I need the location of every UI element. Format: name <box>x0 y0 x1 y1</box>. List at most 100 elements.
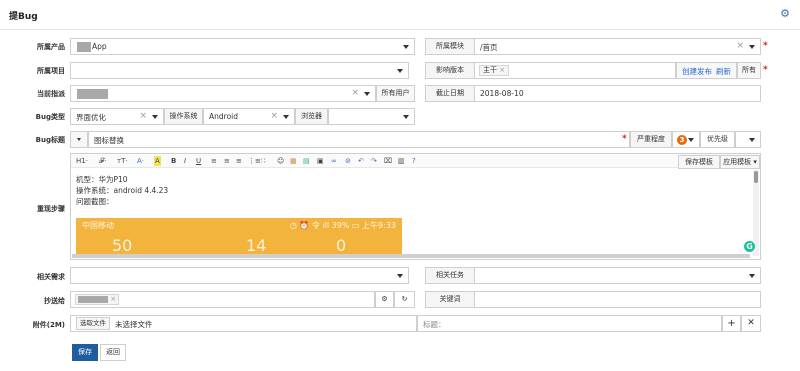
chevron-down-icon <box>397 69 403 73</box>
font-size-button[interactable]: тT· <box>117 156 128 166</box>
table-icon[interactable]: ▤ <box>303 156 310 166</box>
module-select[interactable]: /首页 × <box>474 38 761 55</box>
bug-type-value: 界面优化 <box>76 113 106 122</box>
back-button[interactable]: 返回 <box>100 344 126 361</box>
browser-label: 浏览器 <box>295 108 328 125</box>
browser-select[interactable] <box>328 108 415 125</box>
image-status: ◷ ⏰ 令 ıll 39% ▭ 上午9:33 <box>289 221 396 230</box>
file-title-input[interactable]: 标题： <box>417 315 722 332</box>
code-icon[interactable]: ▣ <box>317 156 324 166</box>
priority-select[interactable] <box>735 131 761 148</box>
gear-icon[interactable]: ⚙ <box>375 291 394 308</box>
image-number: 0 <box>336 236 347 255</box>
page-title: 提Bug <box>9 12 38 22</box>
apply-template-button[interactable]: 应用模板 ▾ <box>720 155 760 169</box>
image-carrier: 中国移动 <box>82 221 114 230</box>
project-select[interactable] <box>70 62 409 79</box>
bug-type-select[interactable]: 界面优化 × <box>70 108 164 125</box>
link-icon[interactable]: ∞ <box>331 156 337 166</box>
chevron-down-icon <box>749 45 755 49</box>
source-icon[interactable]: ▥ <box>398 156 405 166</box>
choose-file-button[interactable]: 选取文件 <box>76 317 110 330</box>
product-select[interactable]: App <box>70 38 415 55</box>
heading-button[interactable]: H1· <box>76 156 88 166</box>
steps-label: 重现步骤 <box>37 205 65 213</box>
steps-editor[interactable]: H1· 𝓕· тT· A· A B I U ≡ ≡ ≡ ⋮≡ ∷ ☺ ▦ ▤ ▣… <box>70 153 761 260</box>
os-select[interactable]: Android × <box>203 108 295 125</box>
title-color-picker[interactable] <box>70 131 88 148</box>
save-template-button[interactable]: 保存模板 <box>678 155 720 169</box>
font-color-icon[interactable]: A· <box>137 156 144 166</box>
chevron-down-icon <box>283 115 289 119</box>
priority-label: 优先级 <box>700 131 735 148</box>
severity-label: 严重程度 <box>630 131 672 148</box>
build-label: 影响版本 <box>425 62 475 79</box>
horizontal-scrollbar[interactable] <box>72 254 750 258</box>
unordered-list-icon[interactable]: ∷ <box>261 156 265 166</box>
chevron-down-icon <box>152 115 158 119</box>
ordered-list-icon[interactable]: ⋮≡ <box>248 156 261 166</box>
page-header: 提Bug ⚙ <box>0 0 800 30</box>
highlight-icon[interactable]: A <box>154 156 161 166</box>
deadline-label: 截止日期 <box>425 85 475 102</box>
cc-input[interactable]: × <box>70 291 375 308</box>
underline-icon[interactable]: U <box>196 156 201 166</box>
screenshot-image: 中国移动 ◷ ⏰ 令 ıll 39% ▭ 上午9:33 50 14 0 <box>76 218 402 256</box>
scrollbar-thumb[interactable] <box>754 171 758 183</box>
emoji-icon[interactable]: ☺ <box>277 156 284 166</box>
deadline-value: 2018-08-10 <box>480 89 524 98</box>
clear-format-icon[interactable]: ⌧ <box>384 156 392 166</box>
assign-label: 当前指派 <box>37 90 65 98</box>
bug-title-label: Bug标题 <box>35 136 65 144</box>
undo-icon[interactable]: ↶ <box>358 156 364 166</box>
deadline-input[interactable]: 2018-08-10 <box>474 85 761 102</box>
image-icon[interactable]: ▦ <box>290 156 297 166</box>
clear-icon[interactable]: × <box>351 88 359 98</box>
grammarly-icon[interactable]: G <box>744 241 755 252</box>
chevron-down-icon <box>749 274 755 278</box>
assign-select[interactable]: × <box>70 85 376 102</box>
gear-icon[interactable]: ⚙ <box>779 8 791 20</box>
bold-icon[interactable]: B <box>171 156 176 166</box>
close-icon[interactable]: ✕ <box>741 315 761 332</box>
redo-icon[interactable]: ↷ <box>371 156 377 166</box>
all-builds-button[interactable]: 所有 <box>737 62 761 79</box>
align-left-icon[interactable]: ≡ <box>211 156 217 166</box>
story-label: 相关需求 <box>37 273 65 281</box>
project-label: 所属项目 <box>37 67 65 75</box>
severity-select[interactable]: 3 <box>672 131 700 148</box>
clear-icon[interactable]: × <box>270 111 278 121</box>
chevron-down-icon <box>403 115 409 119</box>
bug-title-input[interactable]: 图标替换 <box>88 131 630 148</box>
required-star: * <box>763 41 768 51</box>
create-build-link[interactable]: 创建发布 <box>682 66 712 77</box>
required-star: * <box>763 65 768 75</box>
bug-title-value: 图标替换 <box>94 136 124 145</box>
close-icon[interactable]: × <box>110 295 116 303</box>
redacted-block <box>77 89 108 99</box>
keywords-input[interactable] <box>474 291 761 308</box>
align-center-icon[interactable]: ≡ <box>224 156 230 166</box>
unlink-icon[interactable]: ⊘ <box>345 156 351 166</box>
clear-icon[interactable]: × <box>736 41 744 51</box>
build-tag-text: 主干 <box>483 66 497 74</box>
refresh-link[interactable]: 刷新 <box>716 66 731 77</box>
font-button[interactable]: 𝓕· <box>99 156 106 166</box>
build-links: 创建发布 刷新 <box>676 62 737 79</box>
story-select[interactable] <box>70 267 409 284</box>
os-value: Android <box>209 112 238 121</box>
all-users-button[interactable]: 所有用户 <box>376 85 415 102</box>
clear-icon[interactable]: × <box>139 111 147 121</box>
italic-icon[interactable]: I <box>184 156 186 166</box>
help-icon[interactable]: ? <box>412 156 416 166</box>
refresh-icon[interactable]: ↻ <box>394 291 415 308</box>
close-icon[interactable]: × <box>499 66 505 74</box>
redacted-block <box>77 42 91 52</box>
steps-line: 操作系统：android 4.4.23 <box>76 186 169 195</box>
build-input[interactable]: 主干 × <box>474 62 676 79</box>
task-select[interactable] <box>474 267 761 284</box>
add-icon[interactable]: + <box>722 315 741 332</box>
chevron-down-icon <box>397 274 403 278</box>
save-button[interactable]: 保存 <box>72 344 98 361</box>
align-right-icon[interactable]: ≡ <box>236 156 242 166</box>
